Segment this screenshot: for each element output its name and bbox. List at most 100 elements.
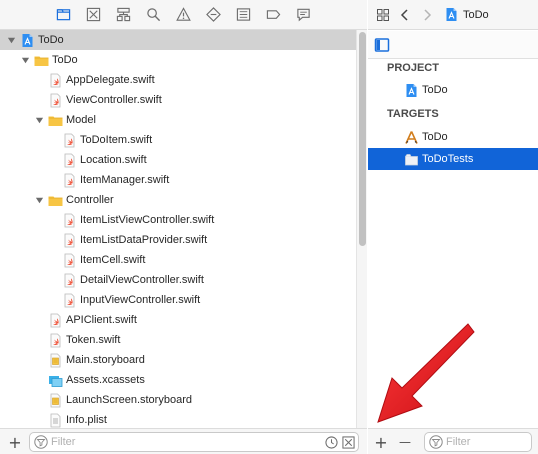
remove-target-button[interactable]: — xyxy=(396,433,414,451)
tree-item-label: Location.swift xyxy=(80,154,147,166)
targets-section-header: TARGETS xyxy=(387,108,439,120)
target-item-todo[interactable]: ToDo xyxy=(368,126,538,148)
tree-file-row[interactable]: ItemListDataProvider.swift xyxy=(0,230,356,250)
scrollbar-thumb[interactable] xyxy=(359,32,366,246)
tree-item-label: ItemListDataProvider.swift xyxy=(80,234,208,246)
swift-file-icon xyxy=(62,213,77,228)
tree-file-row[interactable]: Main.storyboard xyxy=(0,350,356,370)
file-tree: ToDo ToDo AppDelegate.swift ViewController.… xyxy=(0,30,356,428)
disclosure-triangle-icon[interactable] xyxy=(34,195,44,205)
test-bundle-icon xyxy=(404,152,419,167)
disclosure-triangle-icon[interactable] xyxy=(20,55,30,65)
test-diamond-icon[interactable] xyxy=(199,0,229,30)
recent-files-clock-icon[interactable] xyxy=(325,435,338,449)
jump-bar: ToDo xyxy=(368,0,538,30)
disclosure-triangle-icon[interactable] xyxy=(6,35,16,45)
swift-file-icon xyxy=(48,73,63,88)
project-item-label: ToDo xyxy=(422,84,448,96)
hide-project-list-icon[interactable] xyxy=(374,37,390,53)
tree-file-row[interactable]: Token.swift xyxy=(0,330,356,350)
tree-folder-row[interactable]: Model xyxy=(0,110,356,130)
source-control-icon[interactable] xyxy=(79,0,109,30)
tree-folder-row[interactable]: Controller xyxy=(0,190,356,210)
filter-funnel-icon xyxy=(429,435,443,449)
tree-file-row[interactable]: ItemManager.swift xyxy=(0,170,356,190)
project-file-icon xyxy=(444,7,459,22)
project-item[interactable]: ToDo xyxy=(368,79,538,101)
breadcrumb-label: ToDo xyxy=(463,8,489,21)
swift-file-icon xyxy=(62,153,77,168)
tree-file-row[interactable]: InputViewController.swift xyxy=(0,290,356,310)
tree-file-row[interactable]: DetailViewController.swift xyxy=(0,270,356,290)
debug-list-icon[interactable] xyxy=(229,0,259,30)
tree-item-label: ToDoItem.swift xyxy=(80,134,153,146)
tree-file-row[interactable]: Location.swift xyxy=(0,150,356,170)
project-navigator: ToDo ToDo AppDelegate.swift ViewController.… xyxy=(0,0,367,454)
warning-icon[interactable] xyxy=(169,0,199,30)
tree-file-row[interactable]: ItemListViewController.swift xyxy=(0,210,356,230)
editor-toolbar xyxy=(368,31,538,59)
add-target-button[interactable]: + xyxy=(372,433,390,452)
navigator-toolbar xyxy=(0,0,367,30)
tree-file-row[interactable]: AppDelegate.swift xyxy=(0,70,356,90)
targets-filter-field[interactable] xyxy=(424,432,532,452)
breakpoint-tag-icon[interactable] xyxy=(259,0,289,30)
related-items-grid-icon[interactable] xyxy=(374,5,392,25)
tree-file-row[interactable]: Info.plist xyxy=(0,410,356,428)
add-file-button[interactable]: + xyxy=(6,433,24,452)
tree-item-label: Model xyxy=(66,114,96,126)
tree-item-label: ToDo xyxy=(38,34,64,46)
swift-file-icon xyxy=(62,233,77,248)
tree-folder-row[interactable]: ToDo xyxy=(0,50,356,70)
search-icon[interactable] xyxy=(139,0,169,30)
swift-file-icon xyxy=(48,333,63,348)
target-item-label: ToDo xyxy=(422,131,448,143)
app-target-icon xyxy=(404,130,419,145)
tree-item-label: ViewController.swift xyxy=(66,94,162,106)
folder-icon xyxy=(34,53,49,68)
targets-filter-input[interactable] xyxy=(446,436,531,448)
tree-file-row[interactable]: ToDo xyxy=(0,30,356,50)
tree-item-label: ItemCell.swift xyxy=(80,254,146,266)
project-navigator-folder-icon[interactable] xyxy=(49,0,79,30)
symbol-hierarchy-icon[interactable] xyxy=(109,0,139,30)
tree-file-row[interactable]: APIClient.swift xyxy=(0,310,356,330)
swift-file-icon xyxy=(62,293,77,308)
tree-file-row[interactable]: LaunchScreen.storyboard xyxy=(0,390,356,410)
target-item-todotests[interactable]: ToDoTests xyxy=(368,148,538,170)
tree-file-row[interactable]: Assets.xcassets xyxy=(0,370,356,390)
storyboard-file-icon xyxy=(48,393,63,408)
navigator-scrollbar[interactable] xyxy=(356,30,367,428)
tree-item-label: ItemListViewController.swift xyxy=(80,214,215,226)
tree-file-row[interactable]: ItemCell.swift xyxy=(0,250,356,270)
navigator-filter-field[interactable] xyxy=(29,432,359,452)
project-section-header: PROJECT xyxy=(387,62,439,74)
back-chevron-icon[interactable] xyxy=(396,5,414,25)
folder-icon xyxy=(48,113,63,128)
tree-file-row[interactable]: ToDoItem.swift xyxy=(0,130,356,150)
tree-item-label: Info.plist xyxy=(66,414,107,426)
breadcrumb[interactable]: ToDo xyxy=(444,7,489,22)
project-editor-panel: ToDo PROJECT ToDo TARGETS ToDo ToDoTests… xyxy=(368,0,538,454)
report-chat-icon[interactable] xyxy=(289,0,319,30)
tree-item-label: Assets.xcassets xyxy=(66,374,145,386)
source-control-filter-icon[interactable] xyxy=(342,435,355,449)
forward-chevron-icon[interactable] xyxy=(418,5,436,25)
tree-file-row[interactable]: ViewController.swift xyxy=(0,90,356,110)
disclosure-triangle-icon[interactable] xyxy=(34,115,44,125)
swift-file-icon xyxy=(62,133,77,148)
navigator-filter-input[interactable] xyxy=(51,436,325,448)
